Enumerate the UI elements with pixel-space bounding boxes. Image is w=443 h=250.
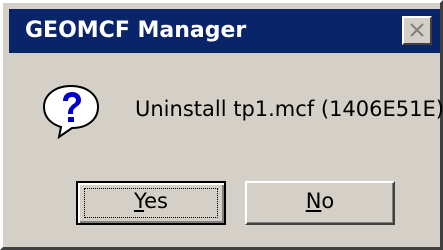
no-mnemonic: N — [305, 189, 322, 213]
no-button-label: No — [306, 183, 335, 219]
dialog-message: Uninstall tp1.mcf (1406E51E) — [135, 97, 443, 121]
question-icon — [42, 84, 100, 139]
yes-label-rest: es — [144, 189, 168, 213]
window-title: GEOMCF Manager — [25, 18, 247, 43]
yes-button[interactable]: Yes — [76, 181, 226, 225]
close-icon — [410, 23, 424, 37]
message-dialog: GEOMCF Manager Uninstall tp1.mcf (1406E5… — [0, 0, 443, 250]
title-bar[interactable]: GEOMCF Manager — [9, 9, 440, 53]
close-button[interactable] — [402, 16, 432, 45]
yes-button-label: Yes — [134, 183, 168, 219]
no-label-rest: o — [321, 189, 335, 213]
no-button[interactable]: No — [245, 181, 395, 225]
yes-mnemonic: Y — [134, 189, 145, 213]
